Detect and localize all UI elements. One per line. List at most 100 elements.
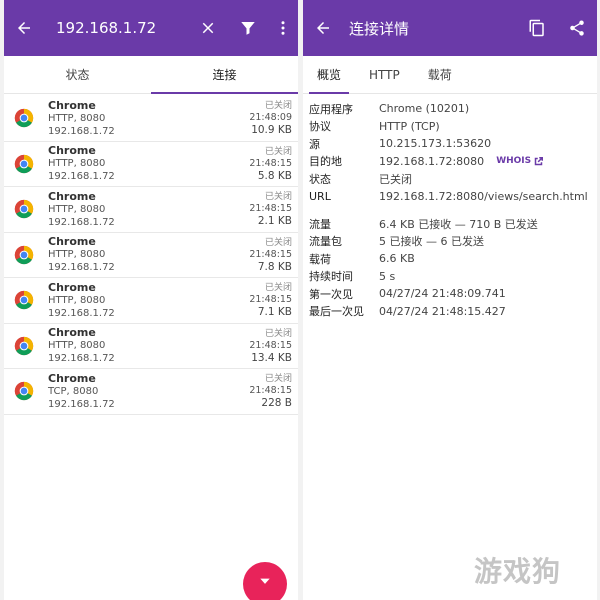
connection-row[interactable]: Chrome HTTP, 8080 192.168.1.72 已关闭 21:48… <box>4 278 298 324</box>
ip-address: 192.168.1.72 <box>48 125 115 137</box>
detail-value: 04/27/24 21:48:09.741 <box>379 287 506 301</box>
connection-time: 21:48:15 <box>249 248 292 260</box>
chrome-icon <box>14 382 34 401</box>
connection-info: Chrome HTTP, 8080 192.168.1.72 <box>48 235 249 274</box>
detail-value: Chrome (10201) <box>379 102 470 116</box>
connection-row[interactable]: Chrome HTTP, 8080 192.168.1.72 已关闭 21:48… <box>4 324 298 369</box>
detail-key: 状态 <box>309 172 331 186</box>
connection-row[interactable]: Chrome HTTP, 8080 192.168.1.72 已关闭 21:48… <box>4 142 298 187</box>
more-vert-icon[interactable] <box>268 0 298 56</box>
close-icon[interactable] <box>188 0 228 56</box>
connection-status: 已关闭 <box>264 192 292 203</box>
filter-icon[interactable] <box>228 0 268 56</box>
connection-size: 2.1 KB <box>257 215 292 228</box>
connection-meta: 已关闭 21:48:09 10.9 KB <box>249 100 292 136</box>
connection-info: Chrome HTTP, 8080 192.168.1.72 <box>48 144 249 183</box>
protocol-port: HTTP, 8080 <box>48 112 106 124</box>
connection-meta: 已关闭 21:48:15 7.8 KB <box>249 237 292 273</box>
connection-time: 21:48:15 <box>249 294 292 306</box>
connection-time: 21:48:15 <box>249 339 292 351</box>
connection-row[interactable]: Chrome HTTP, 8080 192.168.1.72 已关闭 21:48… <box>4 233 298 278</box>
detail-value: 6.4 KB 已接收 — 710 B 已发送 <box>379 217 538 231</box>
protocol-port: TCP, 8080 <box>48 385 99 397</box>
connections-panel: 192.168.1.72 状态 连接 Chrome HTTP, 8080 192… <box>4 0 298 600</box>
detail-value[interactable]: 192.168.1.72:8080/views/search.html <box>379 190 588 203</box>
tab-overview[interactable]: 概览 <box>303 56 355 94</box>
detail-row-first-seen: 第一次见 04/27/24 21:48:09.741 <box>309 285 593 303</box>
protocol-port: HTTP, 8080 <box>48 249 106 261</box>
protocol-port: HTTP, 8080 <box>48 294 106 306</box>
tab-connections[interactable]: 连接 <box>151 56 298 94</box>
detail-key: 目的地 <box>309 155 342 169</box>
connection-info: Chrome HTTP, 8080 192.168.1.72 <box>48 99 249 138</box>
detail-key: 流量包 <box>309 235 342 249</box>
detail-row-protocol: 协议 HTTP (TCP) <box>309 118 593 136</box>
ip-address: 192.168.1.72 <box>48 171 115 183</box>
back-arrow-icon[interactable] <box>303 0 343 56</box>
whois-link[interactable]: WHOIS <box>496 156 544 167</box>
detail-key: 应用程序 <box>309 102 353 116</box>
copy-icon[interactable] <box>517 0 557 56</box>
chrome-icon <box>14 154 34 173</box>
protocol-port: HTTP, 8080 <box>48 203 106 215</box>
protocol-port: HTTP, 8080 <box>48 158 106 170</box>
detail-row-duration: 持续时间 5 s <box>309 268 593 286</box>
connection-size: 7.1 KB <box>257 306 292 319</box>
connection-row[interactable]: Chrome TCP, 8080 192.168.1.72 已关闭 21:48:… <box>4 369 298 415</box>
ip-address: 192.168.1.72 <box>48 398 115 410</box>
left-app-bar: 192.168.1.72 <box>4 0 298 56</box>
chrome-icon <box>14 245 34 264</box>
detail-value: 6.6 KB <box>379 252 415 266</box>
share-icon[interactable] <box>557 0 597 56</box>
app-name: Chrome <box>48 371 96 385</box>
app-name: Chrome <box>48 144 96 158</box>
detail-key: 最后一次见 <box>309 305 364 319</box>
detail-key: 载荷 <box>309 252 331 266</box>
app-name: Chrome <box>48 326 96 340</box>
chevron-down-icon <box>260 578 270 584</box>
ip-address: 192.168.1.72 <box>48 216 115 228</box>
ip-address: 192.168.1.72 <box>48 307 115 319</box>
detail-row-app: 应用程序 Chrome (10201) <box>309 100 593 118</box>
back-arrow-icon[interactable] <box>4 0 44 56</box>
detail-value: 192.168.1.72:8080 <box>379 154 485 168</box>
tab-payload[interactable]: 载荷 <box>414 56 466 93</box>
app-name: Chrome <box>48 98 96 112</box>
detail-row-traffic: 流量 6.4 KB 已接收 — 710 B 已发送 <box>309 215 593 233</box>
chrome-icon <box>14 109 34 128</box>
detail-key: URL <box>309 189 331 203</box>
detail-value: 04/27/24 21:48:15.427 <box>379 304 506 318</box>
details-title: 连接详情 <box>349 19 410 38</box>
chrome-icon <box>14 200 34 219</box>
tab-http[interactable]: HTTP <box>355 56 414 93</box>
connection-size: 13.4 KB <box>251 351 292 364</box>
connection-details-panel: 连接详情 概览 HTTP 载荷 应用程序 Chrome (10201) 协议 H… <box>303 0 597 600</box>
connection-time: 21:48:09 <box>249 112 292 124</box>
connection-meta: 已关闭 21:48:15 2.1 KB <box>249 191 292 227</box>
connection-info: Chrome HTTP, 8080 192.168.1.72 <box>48 190 249 229</box>
connection-size: 10.9 KB <box>251 124 292 137</box>
detail-value: 5 s <box>379 269 396 283</box>
detail-row-url: URL 192.168.1.72:8080/views/search.html <box>309 188 593 206</box>
detail-key: 持续时间 <box>309 270 353 284</box>
connection-size: 228 B <box>261 397 292 410</box>
detail-value: 10.215.173.1:53620 <box>379 137 492 151</box>
whois-label: WHOIS <box>496 156 532 167</box>
connection-meta: 已关闭 21:48:15 7.1 KB <box>249 282 292 318</box>
connection-time: 21:48:15 <box>249 203 292 215</box>
connection-row[interactable]: Chrome HTTP, 8080 192.168.1.72 已关闭 21:48… <box>4 187 298 233</box>
left-tabs: 状态 连接 <box>4 56 298 94</box>
watermark-logo: 游戏狗 <box>474 555 562 588</box>
connection-list: Chrome HTTP, 8080 192.168.1.72 已关闭 21:48… <box>4 96 298 415</box>
tab-status[interactable]: 状态 <box>4 56 151 93</box>
connection-meta: 已关闭 21:48:15 5.8 KB <box>249 146 292 182</box>
app-name: Chrome <box>48 280 96 294</box>
app-name: Chrome <box>48 189 96 203</box>
connection-row[interactable]: Chrome HTTP, 8080 192.168.1.72 已关闭 21:48… <box>4 96 298 142</box>
scroll-down-fab[interactable] <box>243 562 287 600</box>
ip-address: 192.168.1.72 <box>48 262 115 274</box>
connection-status: 已关闭 <box>264 283 292 294</box>
detail-row-packets: 流量包 5 已接收 — 6 已发送 <box>309 233 593 251</box>
connection-status: 已关闭 <box>264 146 292 157</box>
